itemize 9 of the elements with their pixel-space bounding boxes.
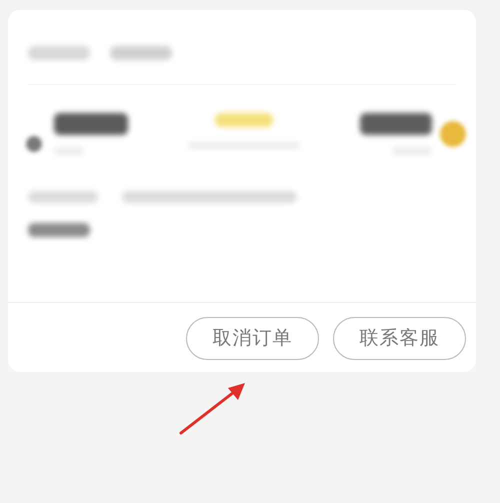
blurred-text — [28, 223, 90, 237]
blurred-text — [28, 46, 90, 60]
blurred-badge — [215, 112, 273, 126]
order-action-button[interactable]: 取消订单 — [186, 317, 319, 360]
order-action-button[interactable]: 联系客服 — [333, 317, 466, 360]
blurred-text — [360, 113, 432, 135]
blurred-text — [110, 46, 172, 60]
annotation-arrow — [178, 380, 248, 436]
blurred-text — [28, 191, 98, 203]
